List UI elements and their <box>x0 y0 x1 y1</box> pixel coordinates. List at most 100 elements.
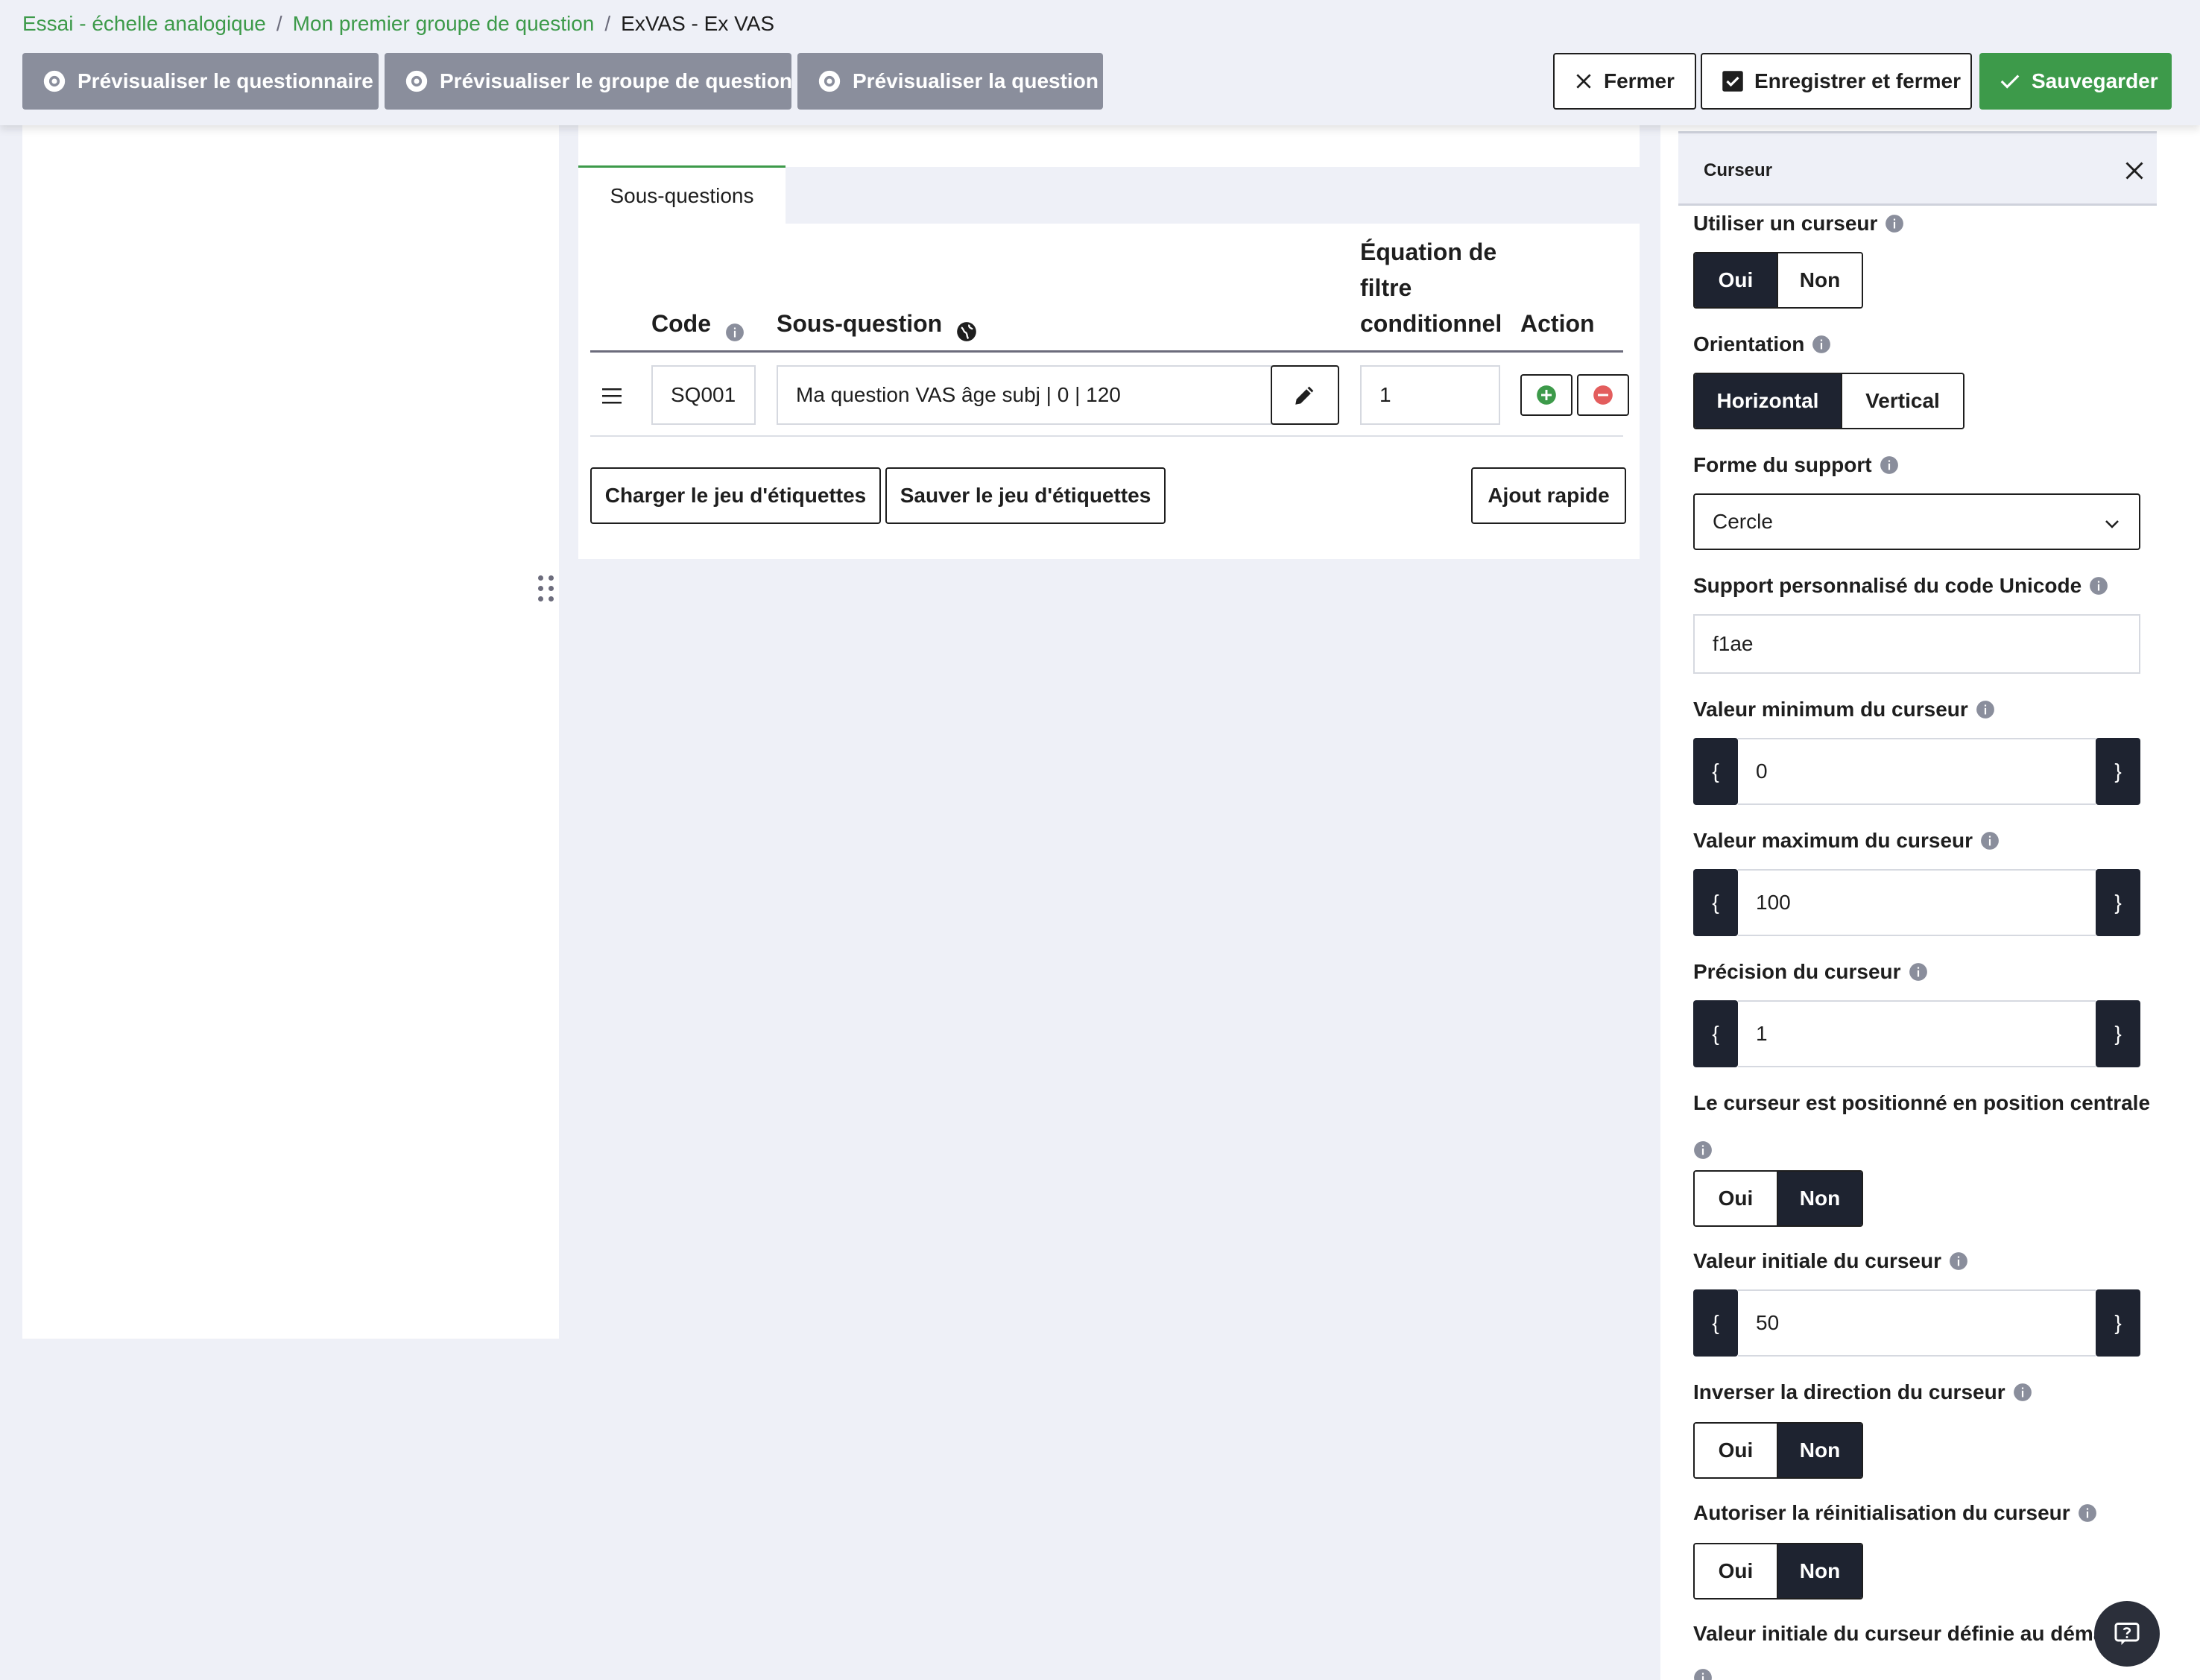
question-tree-panel <box>22 125 559 1339</box>
close-icon[interactable] <box>2124 160 2145 181</box>
panel-header: Curseur <box>1678 131 2157 206</box>
load-label-set-button[interactable]: Charger le jeu d'étiquettes <box>590 467 881 524</box>
use-slider-label: Utiliser un curseur <box>1693 212 1904 236</box>
breadcrumb-survey-link[interactable]: Essai - échelle analogique <box>22 12 266 36</box>
globe-icon[interactable] <box>956 316 976 341</box>
subquestion-text-input[interactable]: Ma question VAS âge subj | 0 | 120 <box>777 365 1272 425</box>
breadcrumb-separator: / <box>276 12 282 35</box>
custom-unicode-label: Support personnalisé du code Unicode <box>1693 574 2108 598</box>
add-subquestion-button[interactable] <box>1520 374 1572 416</box>
center-top-strip <box>578 125 1640 167</box>
info-icon[interactable] <box>2089 576 2108 596</box>
expression-open-brace: { <box>1693 1289 1738 1357</box>
drag-handle-icon[interactable] <box>538 575 556 602</box>
column-header-subquestion: Sous-question <box>777 306 976 341</box>
save-and-close-label: Enregistrer et fermer <box>1754 69 1962 92</box>
expression-close-brace: } <box>2096 869 2140 936</box>
invert-yes[interactable]: Oui <box>1695 1424 1777 1477</box>
preview-group-button[interactable]: Prévisualiser le groupe de question <box>385 53 793 110</box>
info-icon[interactable] <box>1693 1140 1713 1160</box>
save-label: Sauvegarder <box>2032 69 2158 92</box>
plus-circle-icon <box>1536 385 1557 405</box>
preview-question-button[interactable]: Prévisualiser la question <box>797 53 1103 110</box>
min-value-field: { 0 } <box>1693 738 2140 805</box>
close-icon <box>1574 72 1593 91</box>
pencil-icon <box>1292 382 1318 408</box>
breadcrumb-separator: / <box>604 12 611 35</box>
breadcrumb-group-link[interactable]: Mon premier groupe de question <box>293 12 595 36</box>
expression-open-brace: { <box>1693 738 1738 805</box>
allow-reset-no[interactable]: Non <box>1777 1544 1862 1598</box>
save-button[interactable]: Sauvegarder <box>1979 53 2172 110</box>
info-icon[interactable] <box>1812 335 1831 354</box>
info-icon[interactable] <box>1885 214 1904 233</box>
info-icon[interactable] <box>1980 831 2000 850</box>
invert-no[interactable]: Non <box>1777 1424 1862 1477</box>
save-label-set-button[interactable]: Sauver le jeu d'étiquettes <box>885 467 1166 524</box>
centered-no[interactable]: Non <box>1777 1172 1862 1225</box>
info-icon[interactable] <box>1909 962 1928 982</box>
precision-field: { 1 } <box>1693 1000 2140 1067</box>
expression-close-brace: } <box>2096 738 2140 805</box>
column-header-action: Action <box>1520 310 1595 337</box>
orientation-toggle: Horizontal Vertical <box>1693 373 1964 429</box>
orientation-vertical[interactable]: Vertical <box>1841 374 1963 428</box>
eye-icon <box>404 69 429 94</box>
max-value-field: { 100 } <box>1693 869 2140 936</box>
allow-reset-label: Autoriser la réinitialisation du curseur <box>1693 1501 2097 1525</box>
info-icon[interactable] <box>1693 1668 1713 1680</box>
preview-group-label: Prévisualiser le groupe de question <box>440 69 793 92</box>
column-header-equation: Équation de filtre conditionnel <box>1360 234 1502 341</box>
invert-label: Inverser la direction du curseur <box>1693 1380 2032 1404</box>
use-slider-yes[interactable]: Oui <box>1695 253 1777 307</box>
column-header-equation-line3: conditionnel <box>1360 310 1502 337</box>
save-and-close-button[interactable]: Enregistrer et fermer <box>1701 53 1972 110</box>
support-shape-label: Forme du support <box>1693 453 1899 477</box>
column-header-subquestion-label: Sous-question <box>777 310 943 337</box>
delete-subquestion-button[interactable] <box>1577 374 1629 416</box>
use-slider-toggle: Oui Non <box>1693 252 1863 309</box>
info-icon[interactable] <box>2078 1503 2097 1523</box>
info-icon[interactable] <box>1976 700 1995 719</box>
min-value-input[interactable]: 0 <box>1738 738 2096 805</box>
use-slider-no[interactable]: Non <box>1777 253 1862 307</box>
expression-close-brace: } <box>2096 1000 2140 1067</box>
edit-subquestion-button[interactable] <box>1271 365 1339 425</box>
invert-toggle: Oui Non <box>1693 1422 1863 1479</box>
orientation-horizontal[interactable]: Horizontal <box>1695 374 1841 428</box>
preview-survey-label: Prévisualiser le questionnaire <box>78 69 373 92</box>
info-icon[interactable] <box>725 316 745 341</box>
subquestions-card: Code Sous-question Équation de filtre co… <box>578 224 1640 559</box>
chat-help-button[interactable] <box>2094 1601 2160 1667</box>
support-shape-select[interactable]: Cercle <box>1693 493 2140 550</box>
table-row-divider <box>590 435 1623 437</box>
initial-value-input[interactable]: 50 <box>1738 1289 2096 1357</box>
min-value-label: Valeur minimum du curseur <box>1693 698 1995 721</box>
orientation-label: Orientation <box>1693 332 1831 356</box>
hamburger-icon[interactable] <box>601 386 623 405</box>
breadcrumb-current: ExVAS - Ex VAS <box>621 12 775 35</box>
info-icon[interactable] <box>1880 455 1899 475</box>
column-header-code: Code <box>651 306 745 341</box>
preview-survey-button[interactable]: Prévisualiser le questionnaire <box>22 53 379 110</box>
column-header-code-label: Code <box>651 310 711 337</box>
table-header-divider <box>590 350 1623 353</box>
equation-input[interactable]: 1 <box>1360 365 1500 425</box>
expression-close-brace: } <box>2096 1289 2140 1357</box>
tab-subquestions[interactable]: Sous-questions <box>578 165 786 224</box>
checkbox-checked-icon <box>1722 70 1744 92</box>
initial-value-label: Valeur initiale du curseur <box>1693 1249 1968 1273</box>
allow-reset-yes[interactable]: Oui <box>1695 1544 1777 1598</box>
minus-circle-icon <box>1593 385 1613 405</box>
preview-question-label: Prévisualiser la question <box>853 69 1099 92</box>
centered-yes[interactable]: Oui <box>1695 1172 1777 1225</box>
info-icon[interactable] <box>1949 1251 1968 1271</box>
breadcrumb: Essai - échelle analogique / Mon premier… <box>22 9 774 39</box>
quick-add-button[interactable]: Ajout rapide <box>1471 467 1626 524</box>
max-value-input[interactable]: 100 <box>1738 869 2096 936</box>
info-icon[interactable] <box>2013 1383 2032 1402</box>
subquestion-code-input[interactable]: SQ001 <box>651 365 756 425</box>
precision-input[interactable]: 1 <box>1738 1000 2096 1067</box>
close-button[interactable]: Fermer <box>1553 53 1696 110</box>
custom-unicode-input[interactable]: f1ae <box>1693 614 2140 674</box>
